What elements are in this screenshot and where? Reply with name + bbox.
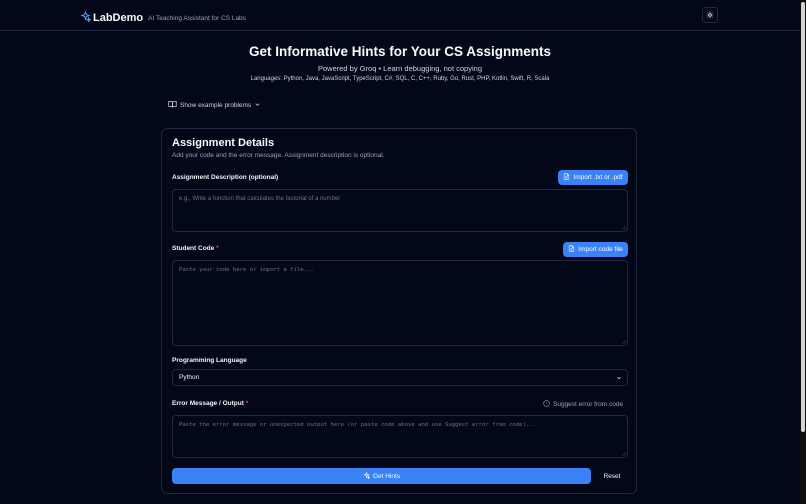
assignment-description-input[interactable]: e.g., Write a function that calculates t… (172, 189, 628, 232)
required-marker: * (245, 400, 249, 407)
error-message-input[interactable]: Paste the error message or unexpected ou… (172, 415, 628, 458)
student-code-placeholder: Paste your code here or import a file... (179, 267, 314, 273)
import-code-label: Import code file (578, 246, 623, 253)
scrollbar-thumb[interactable] (801, 2, 805, 432)
error-message-placeholder: Paste the error message or unexpected ou… (179, 422, 536, 428)
assignment-description-label: Assignment Description (optional) (172, 174, 279, 181)
required-marker: * (216, 245, 219, 252)
file-icon (568, 245, 578, 254)
reset-button[interactable]: Reset (596, 468, 628, 484)
error-message-label: Error Message / Output * (172, 400, 249, 407)
app-header: LabDemo AI Teaching Assistant for CS Lab… (0, 0, 800, 31)
theme-toggle-button[interactable] (702, 7, 718, 23)
suggest-error-label: Suggest error from code (553, 401, 624, 408)
programming-language-label: Programming Language (172, 357, 247, 364)
alert-circle-icon (543, 400, 553, 409)
assignment-card: Assignment Details Add your code and the… (161, 128, 637, 494)
student-code-input[interactable]: Paste your code here or import a file... (172, 260, 628, 346)
supported-languages: Languages: Python, Java, JavaScript, Typ… (250, 76, 550, 82)
reset-label: Reset (603, 472, 621, 480)
sparkles-icon (80, 9, 92, 27)
get-hints-button[interactable]: Get Hints (172, 468, 591, 484)
logo[interactable]: LabDemo AI Teaching Assistant for CS Lab… (80, 9, 246, 27)
import-code-button[interactable]: Import code file (563, 242, 628, 257)
page-subtitle: Powered by Groq • Learn debugging, not c… (318, 64, 482, 73)
import-assignment-button[interactable]: Import .txt or .pdf (558, 170, 628, 185)
show-examples-label: Show example problems (180, 102, 252, 109)
chevron-down-icon (251, 101, 261, 110)
show-examples-toggle[interactable]: Show example problems (168, 100, 261, 111)
selected-language: Python (179, 374, 200, 381)
suggest-error-button[interactable]: Suggest error from code (543, 400, 623, 409)
resize-handle-icon[interactable] (621, 339, 626, 344)
assignment-description-placeholder: e.g., Write a function that calculates t… (179, 196, 341, 202)
import-assignment-label: Import .txt or .pdf (573, 174, 623, 181)
get-hints-label: Get Hints (372, 472, 401, 480)
brand-name: LabDemo (93, 12, 144, 24)
student-code-label: Student Code * (172, 245, 219, 252)
page-scrollbar[interactable] (800, 0, 806, 504)
book-open-icon (168, 100, 180, 111)
card-title: Assignment Details (172, 137, 275, 149)
file-icon (563, 173, 573, 182)
brand-tagline: AI Teaching Assistant for CS Labs (148, 14, 246, 22)
page-title: Get Informative Hints for Your CS Assign… (248, 44, 552, 59)
sparkles-icon (363, 471, 373, 481)
sun-icon (706, 6, 714, 24)
programming-language-select[interactable]: Python (172, 369, 628, 386)
card-description: Add your code and the error message. Ass… (172, 152, 385, 159)
resize-handle-icon[interactable] (621, 225, 626, 230)
resize-handle-icon[interactable] (621, 451, 626, 456)
